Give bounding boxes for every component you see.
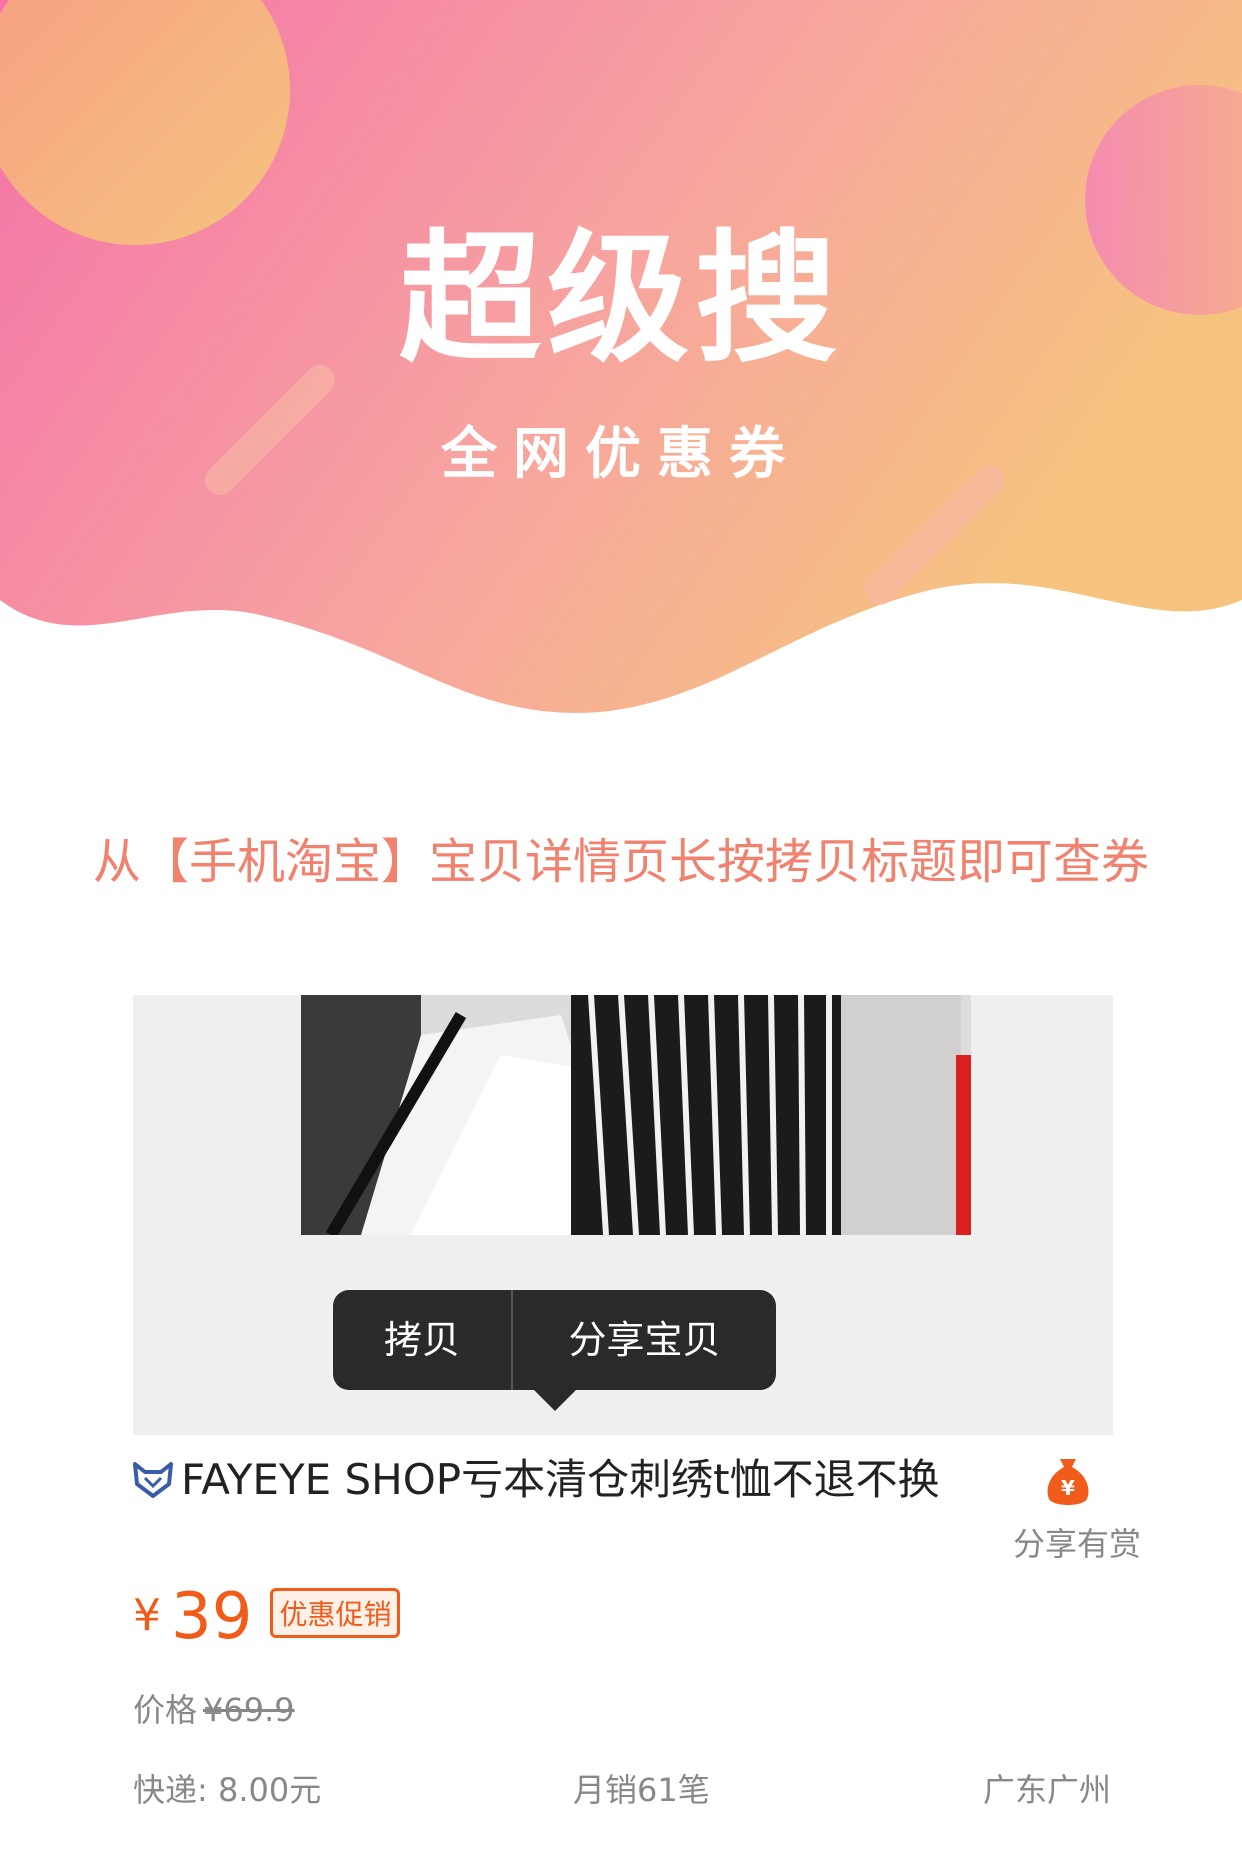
original-price-label: 价格 [133,1691,198,1729]
currency-symbol: ¥ [133,1590,161,1641]
app-screenshot: 拷贝 分享宝贝 FAYEYE SHOP亏本清仓刺绣t恤不退不换 ¥ 分享有赏 ¥… [133,995,1141,1835]
promo-badge: 优惠促销 [270,1588,401,1638]
instruction-text: 从【手机淘宝】宝贝详情页长按拷贝标题即可查券 [92,834,1149,890]
money-bag-icon: ¥ [1047,1459,1089,1505]
product-image [301,995,971,1235]
product-title: FAYEYE SHOP亏本清仓刺绣t恤不退不换 [181,1455,940,1504]
original-price: ¥69.9 [203,1691,295,1729]
product-photo-graphic [301,995,971,1235]
fox-brand-icon [133,1462,173,1498]
product-title-row[interactable]: FAYEYE SHOP亏本清仓刺绣t恤不退不换 [133,1455,973,1505]
share-reward-button[interactable]: ¥ 分享有赏 [1013,1455,1142,1565]
context-menu-arrow [533,1389,577,1411]
ship-location: 广东广州 [983,1771,1112,1809]
hero-subtitle: 全网优惠券 [441,422,801,487]
current-price: 39 [171,1580,253,1654]
share-item-button[interactable]: 分享宝贝 [513,1290,776,1390]
monthly-sales: 月销61笔 [573,1771,710,1809]
shipping-fee: 快递: 8.00元 [133,1771,322,1809]
hero-banner: 超级搜 全网优惠券 [0,0,1242,720]
copy-button[interactable]: 拷贝 [333,1290,511,1390]
share-reward-label: 分享有赏 [1013,1525,1142,1563]
hero-title: 超级搜 [399,217,843,382]
original-price-row: 价格 ¥69.9 [133,1685,295,1731]
yen-symbol: ¥ [1061,1476,1075,1500]
price-row: ¥39 优惠促销 [133,1580,401,1654]
context-menu: 拷贝 分享宝贝 [333,1290,776,1390]
